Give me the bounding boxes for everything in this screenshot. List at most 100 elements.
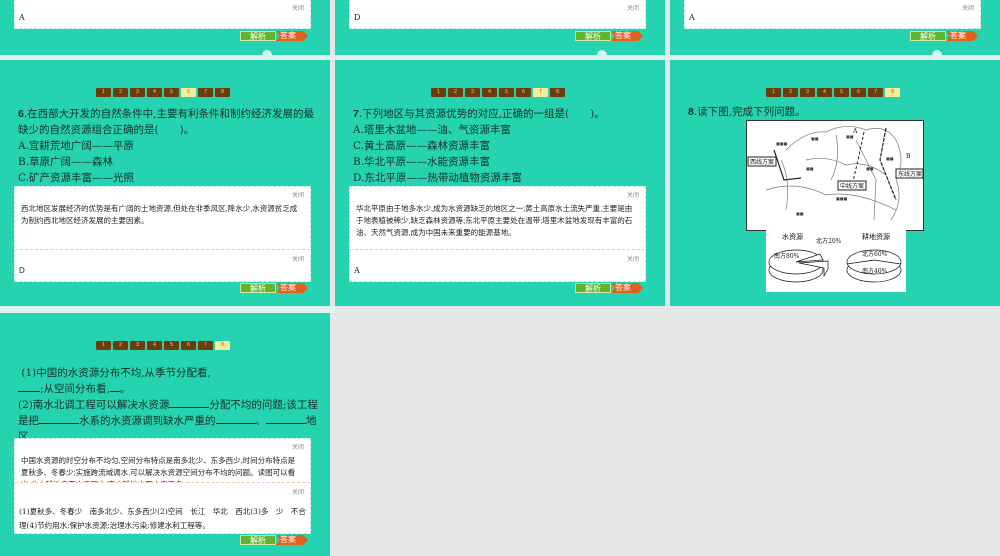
- slide-marker: [262, 50, 272, 55]
- answer-button[interactable]: 答案: [611, 283, 643, 293]
- resource-pie-charts: 水资源 耕地资源 南方80% 北方20% 北方60% 南方40%: [766, 230, 906, 292]
- nav-page-2[interactable]: 2: [113, 341, 128, 350]
- nav-page-7[interactable]: 7: [198, 341, 213, 350]
- nav-page-1[interactable]: 1: [431, 88, 446, 97]
- pie-label: 南方80%: [774, 252, 800, 260]
- close-link[interactable]: 关闭: [292, 190, 304, 199]
- question-text: 6.在西部大开发的自然条件中,主要有利条件和制约经济发展的最 缺少的自然资源组合…: [18, 108, 315, 184]
- nav-page-7[interactable]: 7: [198, 88, 213, 97]
- answer-button[interactable]: 答案: [276, 31, 308, 41]
- svg-text:■■: ■■: [866, 166, 874, 171]
- map-label-a: A: [852, 128, 858, 135]
- explanation-box: 关闭 华北平原由于地多水少,成为水资源缺乏的地区之一;黄土高原水土流失严重,主要…: [349, 186, 646, 282]
- pie-title-farmland: 耕地资源: [862, 232, 890, 241]
- question-text: (1)中国的水资源分布不均,从季节分配看, ;从空间分布看,。 (2)南水北调工…: [18, 367, 318, 443]
- explain-button[interactable]: 解析: [240, 283, 276, 293]
- close-link[interactable]: 关闭: [627, 190, 639, 199]
- nav-page-1[interactable]: 1: [96, 341, 111, 350]
- answer-button[interactable]: 答案: [276, 535, 308, 545]
- close-link[interactable]: 关闭: [962, 3, 974, 12]
- slide-question-8-part2[interactable]: 12345678 (1)中国的水资源分布不均,从季节分配看, ;从空间分布看,。…: [0, 313, 330, 556]
- answer-text: D: [354, 13, 361, 22]
- pie-label: 南方40%: [862, 267, 888, 275]
- question-nav: 12345678: [96, 341, 230, 350]
- explanation-box: 关闭 中国水资源的时空分布不均匀,空间分布特点是南多北少、东多西少,时间分布特点…: [14, 438, 311, 534]
- explanation-text: 西北地区发展经济的优势是有广阔的土地资源,但处在非季风区,降水少,水资源贫乏成为…: [21, 204, 298, 225]
- question-text: 7.下列地区与其资源优势的对应,正确的一组是( )。 A.塔里木盆地——油、气资…: [353, 108, 605, 184]
- nav-page-7[interactable]: 7: [868, 88, 883, 97]
- answer-text: A: [689, 13, 695, 22]
- answer-text: D: [19, 266, 25, 275]
- question-nav: 12345678: [766, 88, 900, 97]
- slide-thumb-top-2[interactable]: 关闭 D 解析 答案: [335, 0, 665, 55]
- slide-thumb-top-1[interactable]: 关闭 A 解析 答案: [0, 0, 330, 55]
- nav-page-6[interactable]: 6: [851, 88, 866, 97]
- map-label-west: 西线方案: [750, 158, 774, 166]
- close-link[interactable]: 关闭: [627, 254, 639, 263]
- slide-question-8[interactable]: 12345678 8.读下图,完成下列问题。 ■■■ ■■ ■■ ■■ ■■■ ■■ ■■ ■…: [670, 60, 1000, 306]
- pie-label: 北方20%: [816, 237, 842, 245]
- question-nav: 12345678: [96, 88, 230, 97]
- answer-button[interactable]: 答案: [611, 31, 643, 41]
- svg-text:■■■: ■■■: [776, 141, 788, 146]
- question-nav: 12345678: [431, 88, 565, 97]
- nav-page-6[interactable]: 6: [516, 88, 531, 97]
- nav-page-4[interactable]: 4: [482, 88, 497, 97]
- explanation-text: 华北平原由于地多水少,成为水资源缺乏的地区之一;黄土高原水土流失严重,主要是由于…: [356, 204, 633, 237]
- nav-page-8[interactable]: 8: [215, 88, 230, 97]
- nav-page-3[interactable]: 3: [130, 88, 145, 97]
- svg-text:■■: ■■: [796, 211, 804, 216]
- map-label-east: 东线方案: [898, 170, 922, 178]
- nav-page-4[interactable]: 4: [147, 341, 162, 350]
- nav-page-7[interactable]: 7: [533, 88, 548, 97]
- nav-page-5[interactable]: 5: [164, 88, 179, 97]
- nav-page-5[interactable]: 5: [499, 88, 514, 97]
- nav-page-2[interactable]: 2: [448, 88, 463, 97]
- answer-box: 关闭 A: [684, 0, 981, 29]
- nav-page-4[interactable]: 4: [817, 88, 832, 97]
- svg-text:■■: ■■: [811, 136, 819, 141]
- explain-button[interactable]: 解析: [910, 31, 946, 41]
- nav-page-1[interactable]: 1: [766, 88, 781, 97]
- slide-question-6[interactable]: 12345678 6.在西部大开发的自然条件中,主要有利条件和制约经济发展的最 …: [0, 60, 330, 306]
- explain-button[interactable]: 解析: [575, 283, 611, 293]
- nav-page-2[interactable]: 2: [783, 88, 798, 97]
- nav-page-5[interactable]: 5: [164, 341, 179, 350]
- nav-page-3[interactable]: 3: [800, 88, 815, 97]
- slide-thumb-top-3[interactable]: 关闭 A 解析 答案: [670, 0, 1000, 55]
- nav-page-8[interactable]: 8: [885, 88, 900, 97]
- pie-label: 北方60%: [862, 250, 888, 258]
- explanation-text: 中国水资源的时空分布不均匀,空间分布特点是南多北少、东多西少,时间分布特点是夏秋…: [21, 456, 296, 482]
- answer-text: A: [354, 266, 360, 275]
- svg-text:■■: ■■: [806, 166, 814, 171]
- explain-button[interactable]: 解析: [240, 535, 276, 545]
- svg-text:■■■: ■■■: [836, 196, 848, 201]
- close-link[interactable]: 关闭: [292, 442, 304, 451]
- explain-button[interactable]: 解析: [240, 31, 276, 41]
- nav-page-8[interactable]: 8: [215, 341, 230, 350]
- nav-page-6[interactable]: 6: [181, 88, 196, 97]
- explain-button[interactable]: 解析: [575, 31, 611, 41]
- answer-text: (1)夏秋多、冬春少 南多北少、东多西少(2)空间 长江 华北 西北(3)多 少…: [19, 507, 306, 530]
- close-link[interactable]: 关闭: [292, 487, 304, 496]
- nav-page-3[interactable]: 3: [465, 88, 480, 97]
- slide-marker: [932, 50, 942, 55]
- map-label-middle: 中线方案: [840, 182, 864, 190]
- nav-page-6[interactable]: 6: [181, 341, 196, 350]
- answer-text: A: [19, 13, 25, 22]
- svg-text:■■: ■■: [886, 156, 894, 161]
- answer-box: 关闭 D: [349, 0, 646, 29]
- answer-button[interactable]: 答案: [276, 283, 308, 293]
- close-link[interactable]: 关闭: [292, 254, 304, 263]
- explanation-box: 关闭 西北地区发展经济的优势是有广阔的土地资源,但处在非季风区,降水少,水资源贫…: [14, 186, 311, 282]
- nav-page-4[interactable]: 4: [147, 88, 162, 97]
- close-link[interactable]: 关闭: [627, 3, 639, 12]
- nav-page-2[interactable]: 2: [113, 88, 128, 97]
- nav-page-3[interactable]: 3: [130, 341, 145, 350]
- nav-page-8[interactable]: 8: [550, 88, 565, 97]
- nav-page-1[interactable]: 1: [96, 88, 111, 97]
- answer-button[interactable]: 答案: [946, 31, 978, 41]
- slide-question-7[interactable]: 12345678 7.下列地区与其资源优势的对应,正确的一组是( )。 A.塔里…: [335, 60, 665, 306]
- close-link[interactable]: 关闭: [292, 3, 304, 12]
- nav-page-5[interactable]: 5: [834, 88, 849, 97]
